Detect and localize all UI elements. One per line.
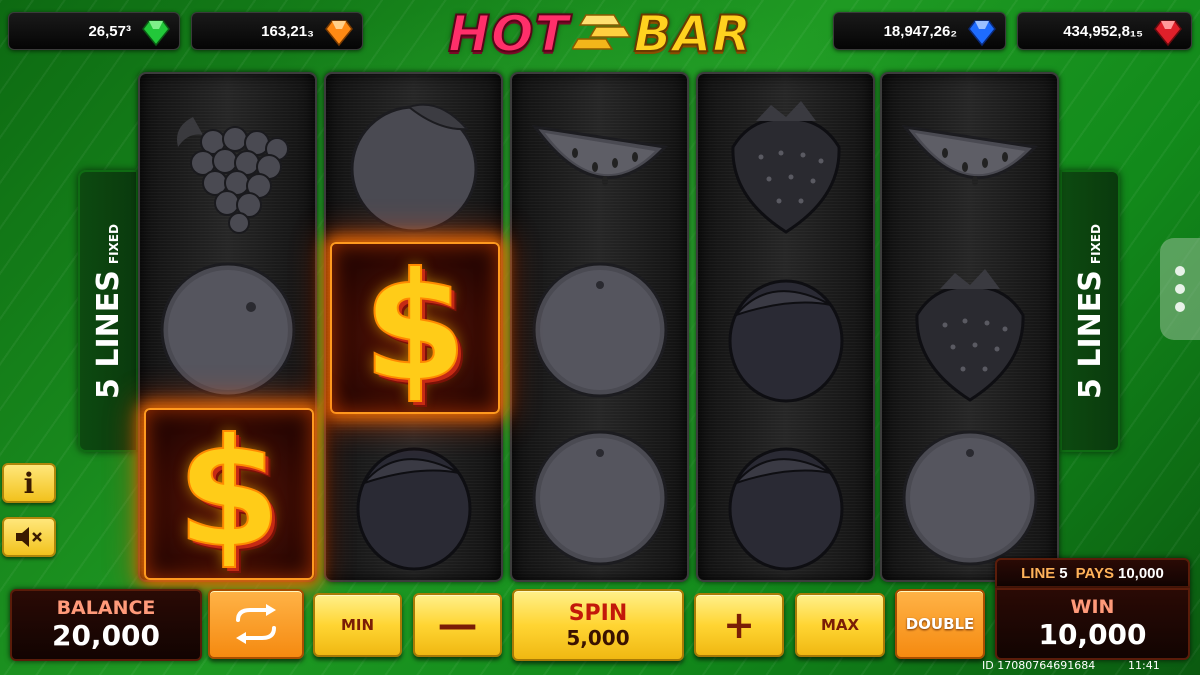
balance-panel: BALANCE 20,000 [10,589,202,661]
jackpot-orange-value: 163,21₃ [261,22,314,40]
symbol-cell [698,246,873,414]
minus-icon: — [437,602,478,648]
double-button[interactable]: DOUBLE [895,589,985,659]
info-icon: i [23,466,35,500]
double-label: DOUBLE [905,615,975,633]
jackpot-red: 434,952,8₁₅ [1017,12,1192,50]
menu-dot-icon [1175,266,1185,276]
dollar-symbol-winning: $ [144,408,314,580]
balance-value: 20,000 [51,619,161,652]
symbol-cell [512,246,687,414]
logo-bar: BAR [633,4,752,64]
lines-indicator-right: 5 LINES FIXED [1060,170,1120,452]
jackpot-green-value: 26,57³ [88,22,131,40]
decrease-bet-button[interactable]: — [413,593,502,657]
orange-icon [532,430,667,566]
win-value: 10,000 [1038,618,1147,651]
game-logo: HOT BAR [438,2,762,66]
lines-fixed-label: FIXED [106,223,121,264]
orange-icon [350,103,477,233]
spin-label: SPIN [568,600,628,626]
reel-4 [696,72,875,582]
plum-icon [728,279,843,403]
symbol-cell [882,414,1057,582]
green-gem-icon [142,20,170,47]
watermelon-icon [901,124,1038,186]
line-number: 5 [1059,564,1068,582]
dollar-symbol-winning: $ [330,242,500,414]
win-label: WIN [1070,596,1115,618]
menu-handle[interactable] [1160,238,1200,340]
strawberry-icon [730,101,841,234]
jackpot-orange: 163,21₃ [191,12,363,50]
balance-label: BALANCE [56,597,156,619]
win-panel: WIN 10,000 [995,588,1190,660]
jackpot-blue: 18,947,26₂ [833,12,1006,50]
spin-bet-value: 5,000 [566,625,630,650]
red-gem-icon [1154,20,1182,47]
symbol-cell [882,78,1057,246]
mute-icon [16,527,42,547]
symbol-cell [326,414,501,582]
symbol-cell [140,246,315,414]
plum-icon [356,447,471,571]
logo-hot: HOT [447,4,570,64]
max-label: MAX [820,616,860,634]
autoplay-icon [236,604,276,644]
menu-dot-icon [1175,284,1185,294]
line-label: LINE [1021,564,1056,582]
lines-count: 5 LINES [1072,269,1108,399]
grapes-icon [176,117,289,234]
jackpot-red-value: 434,952,8₁₅ [1063,22,1143,40]
symbol-cell [512,78,687,246]
blue-gem-icon [968,20,996,47]
orange-icon [532,262,667,398]
jackpot-green: 26,57³ [8,12,180,50]
strawberry-icon [914,269,1025,402]
lines-count: 5 LINES [90,269,126,399]
min-bet-button[interactable]: MIN [313,593,402,657]
orange-icon [902,430,1037,566]
reels-area: $ $ [138,72,1059,582]
dollar-icon: $ [362,242,468,414]
increase-bet-button[interactable]: + [694,593,784,657]
jackpot-blue-value: 18,947,26₂ [883,22,957,40]
max-bet-button[interactable]: MAX [795,593,885,657]
plum-icon [728,447,843,571]
spin-button[interactable]: SPIN 5,000 [512,589,684,661]
pays-label: PAYS [1075,564,1114,582]
symbol-cell [326,78,501,246]
symbol-cell [512,414,687,582]
reel-5 [880,72,1059,582]
symbol-cell [698,414,873,582]
lines-indicator-left: 5 LINES FIXED [78,170,138,452]
symbol-cell [698,78,873,246]
watermelon-icon [531,124,668,186]
orange-gem-icon [325,20,353,47]
gold-bars-icon [571,14,631,50]
min-label: MIN [340,616,375,634]
clock: 11:41 [1128,659,1160,672]
symbol-cell [882,246,1057,414]
lines-fixed-label: FIXED [1088,223,1103,264]
dollar-icon: $ [176,408,282,580]
reel-3 [510,72,689,582]
orange-icon [160,262,295,398]
plus-icon: + [723,603,755,647]
menu-dot-icon [1175,302,1185,312]
line-pays-info: LINE 5 PAYS 10,000 [995,558,1190,588]
pays-value: 10,000 [1117,564,1164,582]
autoplay-button[interactable] [208,589,304,659]
info-button[interactable]: i [2,463,56,503]
sound-toggle-button[interactable] [2,517,56,557]
symbol-cell [140,78,315,246]
round-id: ID 17080764691684 [982,659,1096,672]
